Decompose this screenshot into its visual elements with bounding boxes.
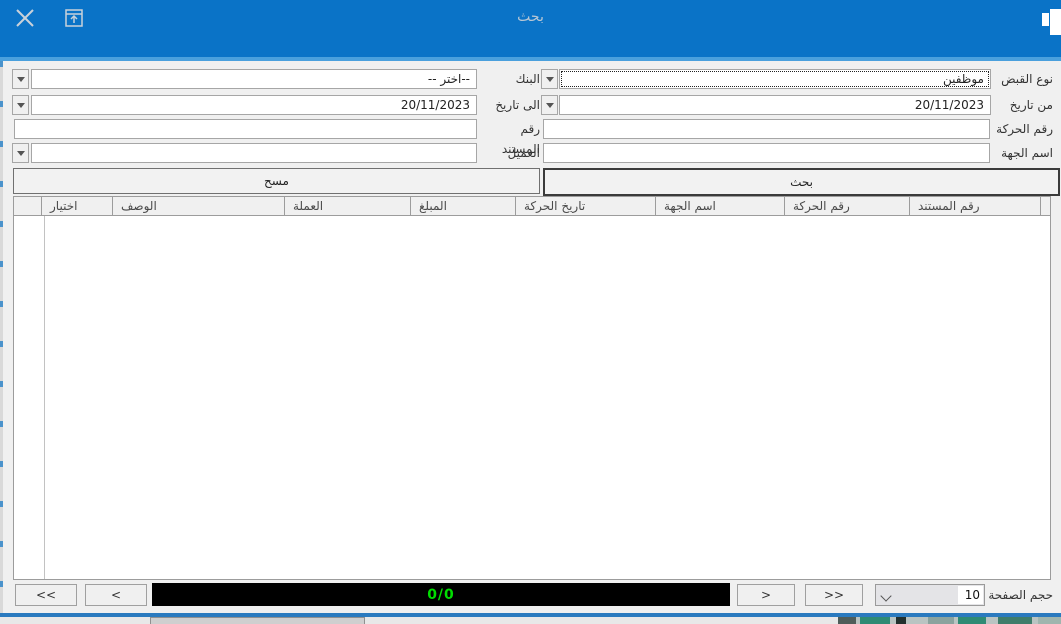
- page-size-label: حجم الصفحة: [988, 584, 1053, 606]
- column-header-currency[interactable]: العملة: [284, 197, 410, 215]
- column-header-movement-date[interactable]: تاريخ الحركة: [515, 197, 655, 215]
- chevron-down-icon: [546, 103, 554, 108]
- column-header-movement-number[interactable]: رقم الحركة: [784, 197, 909, 215]
- clear-button[interactable]: مسح: [13, 168, 540, 194]
- to-date-label: الى تاريخ: [480, 95, 540, 115]
- window-title: بحث: [0, 9, 1061, 25]
- record-counter: 0/0: [427, 587, 455, 603]
- record-counter-bar: 0/0: [152, 583, 730, 606]
- bank-combobox[interactable]: --اختر --: [31, 69, 477, 89]
- from-date-field[interactable]: 20/11/2023: [559, 95, 991, 115]
- movement-number-input[interactable]: [543, 119, 990, 139]
- previous-page-button[interactable]: <: [85, 584, 147, 606]
- chevron-down-icon: [17, 103, 25, 108]
- chevron-down-icon: [17, 77, 25, 82]
- column-header-amount[interactable]: المبلغ: [410, 197, 515, 215]
- to-date-dropdown-button[interactable]: [12, 95, 29, 115]
- receipt-type-dropdown-button[interactable]: [541, 69, 558, 89]
- row-header-cell: [1040, 197, 1050, 215]
- column-header-description[interactable]: الوصف: [112, 197, 284, 215]
- results-table-body[interactable]: [13, 216, 1051, 580]
- column-header-document-number[interactable]: رقم المستند: [909, 197, 1040, 215]
- column-header-select[interactable]: اختيار: [41, 197, 112, 215]
- chevron-down-icon: [546, 77, 554, 82]
- client-dropdown-button[interactable]: [12, 143, 29, 163]
- page-size-value: 10: [958, 586, 983, 604]
- app-logo-blocks-icon: [1037, 0, 1061, 40]
- title-bar: بحث: [0, 0, 1061, 57]
- document-number-input[interactable]: [14, 119, 477, 139]
- search-button[interactable]: بحث: [543, 168, 1060, 196]
- next-page-button[interactable]: >: [737, 584, 795, 606]
- document-number-label: رقم المستند: [480, 119, 540, 139]
- column-header-entity-name[interactable]: اسم الجهة: [655, 197, 784, 215]
- first-page-button[interactable]: <<: [15, 584, 77, 606]
- client-combobox[interactable]: [31, 143, 477, 163]
- from-date-label: من تاريخ: [990, 95, 1053, 115]
- last-page-button[interactable]: >>: [805, 584, 863, 606]
- background-window-edge: [0, 61, 3, 613]
- movement-number-label: رقم الحركة: [990, 119, 1053, 139]
- from-date-dropdown-button[interactable]: [541, 95, 558, 115]
- receipt-type-combobox[interactable]: موظفين: [559, 69, 991, 89]
- receipt-type-label: نوع القبض: [990, 69, 1053, 89]
- bank-label: البنك: [480, 69, 540, 89]
- to-date-field[interactable]: 20/11/2023: [31, 95, 477, 115]
- grid-columns-left-boundary: [44, 216, 45, 579]
- bank-dropdown-button[interactable]: [12, 69, 29, 89]
- client-label: العميل: [480, 143, 540, 163]
- results-table-header: رقم المستند رقم الحركة اسم الجهة تاريخ ا…: [13, 196, 1051, 216]
- entity-name-input[interactable]: [543, 143, 990, 163]
- header-filler-cell: [14, 197, 41, 215]
- background-window-fragments: [838, 617, 1061, 624]
- entity-name-label: اسم الجهة: [990, 143, 1053, 163]
- chevron-down-icon: [17, 151, 25, 156]
- background-window-bar: [150, 617, 365, 624]
- search-dialog-window: بحث نوع القبض موظفين البنك --اختر -- من …: [0, 0, 1061, 617]
- chevron-down-icon: [880, 590, 891, 601]
- page-size-select[interactable]: 10: [875, 584, 985, 606]
- background-window-strip: [0, 617, 1061, 624]
